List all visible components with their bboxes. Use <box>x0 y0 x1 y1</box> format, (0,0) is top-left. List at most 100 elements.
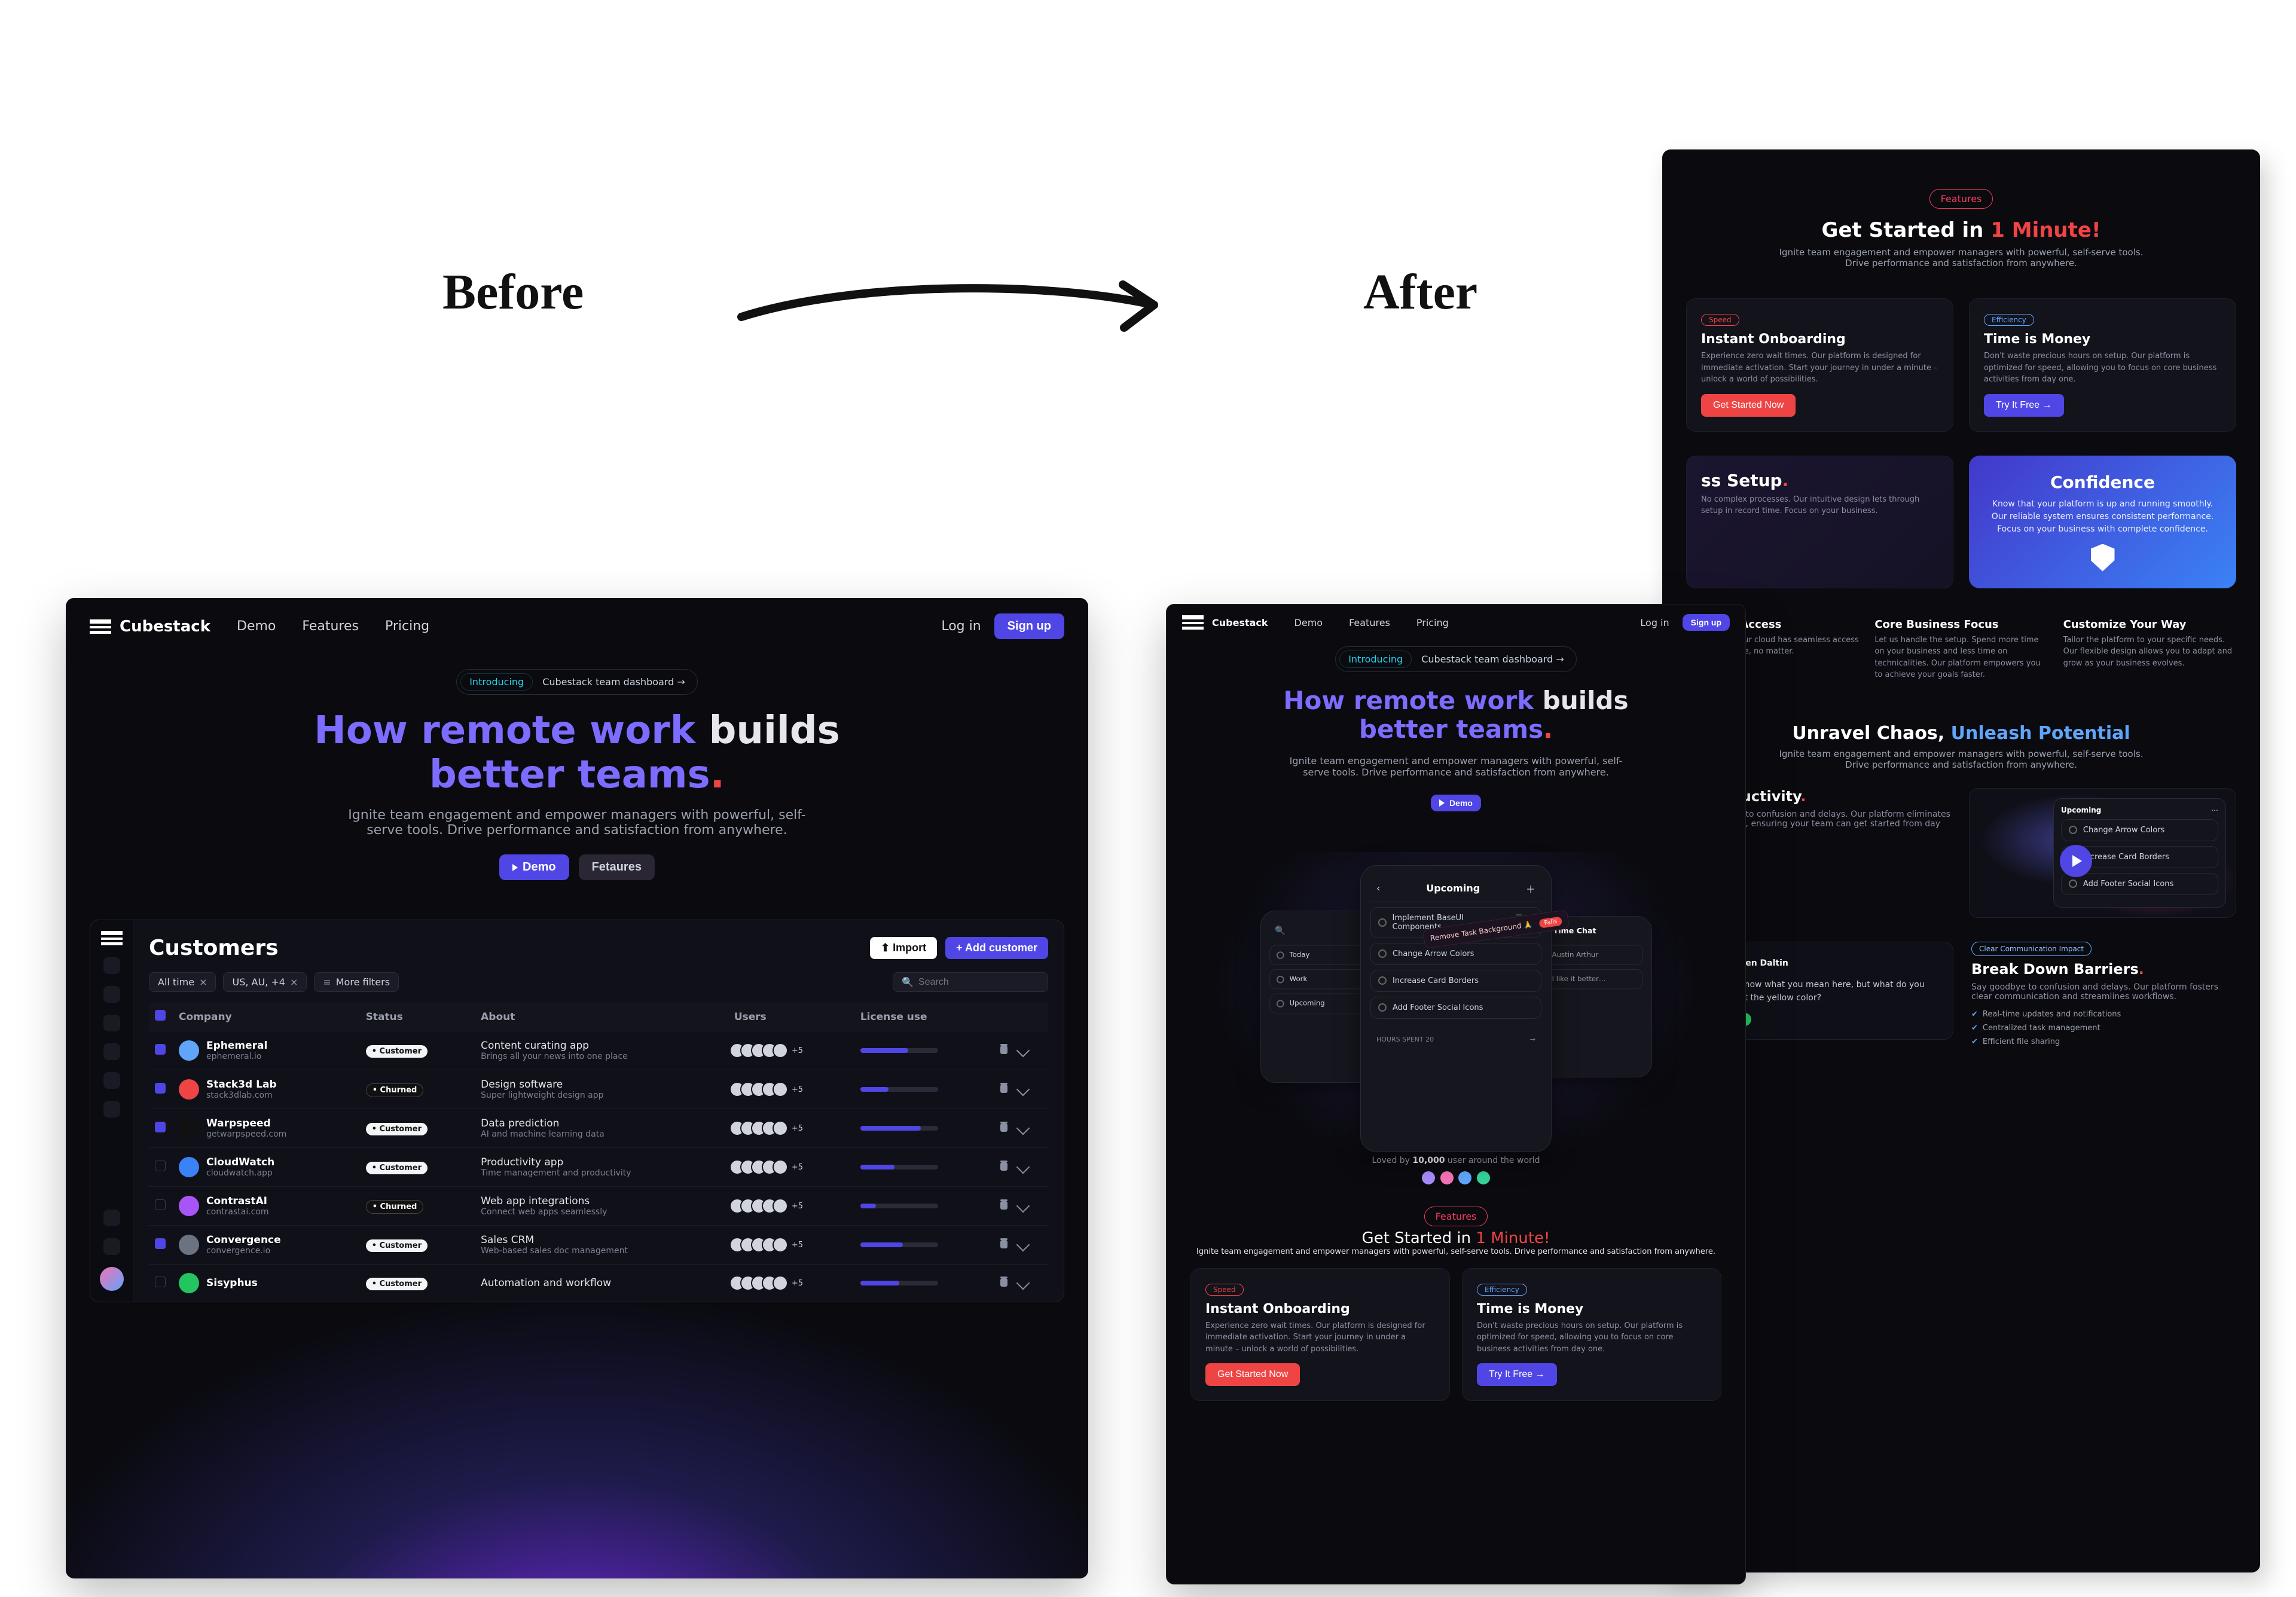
add-customer-button[interactable]: + Add customer <box>945 937 1048 959</box>
task-item[interactable]: Add Footer Social Icons <box>1370 997 1541 1019</box>
brand[interactable]: Cubestack <box>90 618 210 636</box>
trash-icon[interactable] <box>1000 1240 1007 1248</box>
nav-demo[interactable]: Demo <box>1294 617 1323 628</box>
company-name: Stack3d Lab <box>206 1079 277 1091</box>
table-row[interactable]: Warpspeedgetwarpspeed.com• CustomerData … <box>149 1109 1048 1148</box>
company-name: ContrastAI <box>206 1195 269 1207</box>
table-row[interactable]: CloudWatchcloudwatch.app• CustomerProduc… <box>149 1148 1048 1187</box>
pie-icon[interactable] <box>103 1072 120 1089</box>
checkbox-all[interactable] <box>155 1010 166 1021</box>
nav-features[interactable]: Features <box>302 619 359 634</box>
task-item[interactable]: Change Arrow Colors <box>1370 943 1541 965</box>
row-checkbox[interactable] <box>155 1044 166 1055</box>
import-button[interactable]: ⬆ Import <box>870 937 937 959</box>
confidence-body: Know that your platform is up and runnin… <box>1986 498 2219 536</box>
search-field[interactable]: 🔍 <box>893 972 1048 992</box>
nav-features[interactable]: Features <box>1349 617 1390 628</box>
features-button[interactable]: Fetaures <box>579 854 655 880</box>
login-link[interactable]: Log in <box>1640 617 1669 628</box>
brand-logo-icon <box>101 931 123 945</box>
company-avatar <box>179 1079 199 1100</box>
trash-icon[interactable] <box>1000 1123 1007 1132</box>
intro-link[interactable]: Cubestack team dashboard → <box>1421 654 1564 665</box>
dashboard-icon[interactable] <box>103 986 120 1003</box>
edit-icon[interactable] <box>1016 1199 1030 1213</box>
brand[interactable]: Cubestack <box>1182 615 1268 630</box>
company-name: Convergence <box>206 1234 281 1246</box>
more-filters-chip[interactable]: More filters <box>314 972 399 992</box>
table-row[interactable]: Stack3d Labstack3dlab.com• ChurnedDesign… <box>149 1070 1048 1109</box>
nav-pricing[interactable]: Pricing <box>1416 617 1449 628</box>
close-icon[interactable]: × <box>290 976 298 988</box>
filter-chip-time[interactable]: All time× <box>149 972 216 992</box>
trash-icon[interactable] <box>1000 1201 1007 1210</box>
company-avatar <box>179 1273 199 1293</box>
layers-icon[interactable] <box>103 1015 120 1031</box>
col-users[interactable]: Users <box>728 1003 854 1031</box>
search-input[interactable] <box>918 977 1042 988</box>
edit-icon[interactable] <box>1016 1122 1030 1135</box>
intro-pill[interactable]: Introducing Cubestack team dashboard → <box>1335 646 1577 672</box>
hero-lead: Ignite team engagement and empower manag… <box>1277 755 1635 778</box>
nav-demo[interactable]: Demo <box>237 619 276 634</box>
get-started-now-button[interactable]: Get Started Now <box>1701 394 1796 417</box>
pill-speed: Speed <box>1701 314 1739 326</box>
row-checkbox[interactable] <box>155 1161 166 1171</box>
table-row[interactable]: Sisyphus• CustomerAutomation and workflo… <box>149 1265 1048 1302</box>
trash-icon[interactable] <box>1000 1278 1007 1287</box>
settings-icon[interactable] <box>103 1238 120 1255</box>
get-started-now-button[interactable]: Get Started Now <box>1205 1363 1300 1386</box>
trash-icon[interactable] <box>1000 1046 1007 1054</box>
about-title: Data prediction <box>481 1117 722 1129</box>
demo-button[interactable]: Demo <box>1431 795 1481 811</box>
social-proof: Loved by 10,000 user around the world <box>1167 1156 1745 1187</box>
task-item[interactable]: Increase Card Borders <box>1370 970 1541 992</box>
avatar[interactable] <box>100 1267 124 1291</box>
table-row[interactable]: ContrastAIcontrastai.com• ChurnedWeb app… <box>149 1187 1048 1226</box>
col-company[interactable]: Company <box>173 1003 360 1031</box>
col-status[interactable]: Status <box>360 1003 475 1031</box>
demo-button[interactable]: Demo <box>499 854 569 880</box>
avatar <box>1477 1171 1490 1184</box>
close-icon[interactable]: × <box>199 976 207 988</box>
users-icon[interactable] <box>103 1101 120 1117</box>
login-link[interactable]: Log in <box>941 619 981 634</box>
row-checkbox[interactable] <box>155 1277 166 1287</box>
features-pill: Features <box>1424 1207 1488 1226</box>
row-checkbox[interactable] <box>155 1199 166 1210</box>
video-preview-card[interactable]: Upcoming⋯ Change Arrow Colors Increase C… <box>1969 788 2236 918</box>
table-row[interactable]: Ephemeralephemeral.io• CustomerContent c… <box>149 1031 1048 1070</box>
customers-table: Company Status About Users License use E… <box>149 1003 1048 1302</box>
signup-button[interactable]: Sign up <box>994 613 1064 639</box>
col-license[interactable]: License use <box>854 1003 994 1031</box>
trash-icon[interactable] <box>1000 1162 1007 1171</box>
row-checkbox[interactable] <box>155 1083 166 1094</box>
card-body: Don't waste precious hours on setup. Our… <box>1984 350 2221 386</box>
col-about[interactable]: About <box>475 1003 728 1031</box>
edit-icon[interactable] <box>1016 1161 1030 1174</box>
row-checkbox[interactable] <box>155 1238 166 1249</box>
tasks-icon[interactable] <box>103 1043 120 1060</box>
trash-icon[interactable] <box>1000 1085 1007 1093</box>
intro-link[interactable]: Cubestack team dashboard → <box>542 676 685 688</box>
about-title: Productivity app <box>481 1156 722 1168</box>
table-row[interactable]: Convergenceconvergence.io• CustomerSales… <box>149 1226 1048 1265</box>
status-badge: • Customer <box>366 1278 428 1290</box>
play-icon[interactable] <box>2060 845 2092 877</box>
try-it-free-button[interactable]: Try It Free → <box>1477 1363 1557 1386</box>
intro-pill[interactable]: Introducing Cubestack team dashboard → <box>456 669 698 695</box>
edit-icon[interactable] <box>1016 1238 1030 1252</box>
signup-button[interactable]: Sign up <box>1683 614 1730 631</box>
company-name: Warpspeed <box>206 1117 286 1129</box>
try-it-free-button[interactable]: Try It Free → <box>1984 394 2064 417</box>
edit-icon[interactable] <box>1016 1083 1030 1097</box>
home-icon[interactable] <box>103 957 120 974</box>
support-icon[interactable] <box>103 1210 120 1226</box>
edit-icon[interactable] <box>1016 1044 1030 1058</box>
row-checkbox[interactable] <box>155 1122 166 1132</box>
nav-pricing[interactable]: Pricing <box>385 619 429 634</box>
edit-icon[interactable] <box>1016 1277 1030 1290</box>
about-sub: Brings all your news into one place <box>481 1052 722 1061</box>
filter-chip-region[interactable]: US, AU, +4× <box>223 972 307 992</box>
about-title: Content curating app <box>481 1040 722 1052</box>
